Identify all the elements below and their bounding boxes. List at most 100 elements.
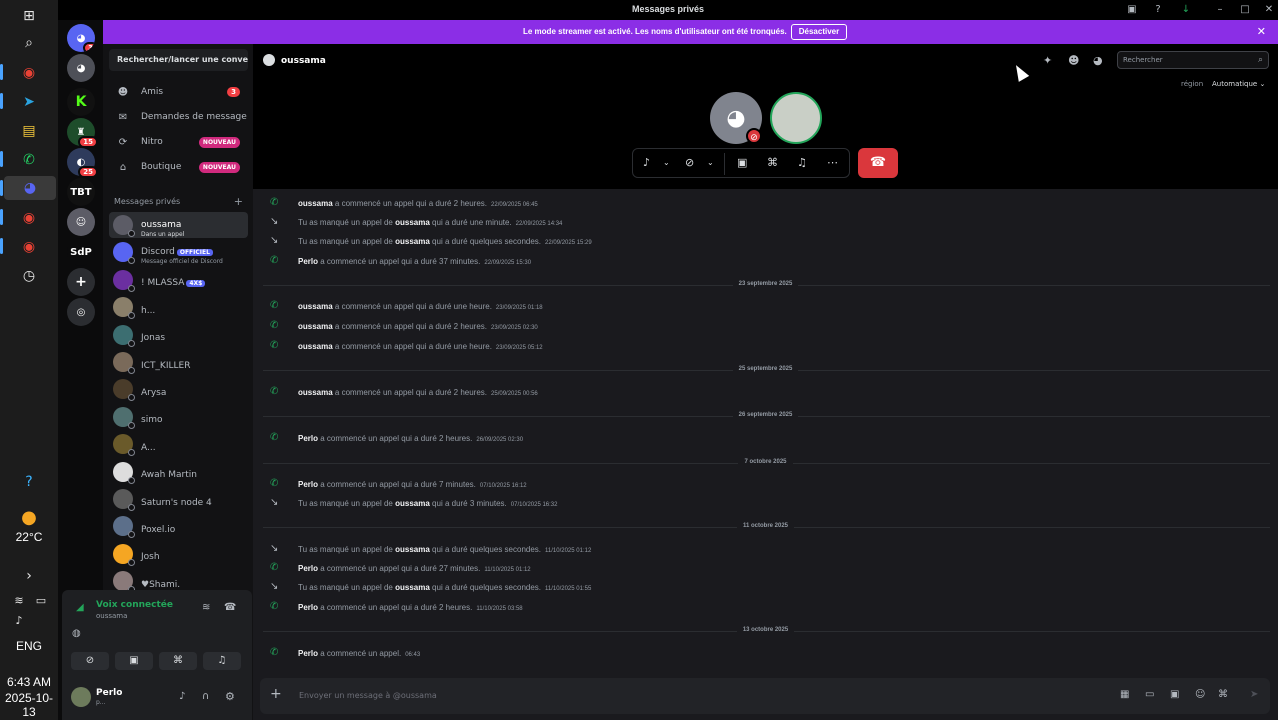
dm-item[interactable]: Awah Martin	[109, 459, 248, 485]
voice-status[interactable]: Voix connectée	[96, 600, 173, 610]
camera-button[interactable]: ⊘	[71, 652, 109, 670]
message-username[interactable]: oussama	[298, 199, 333, 208]
message-username[interactable]: Perlo	[298, 603, 318, 612]
apps-icon[interactable]: ⌘	[1218, 689, 1228, 700]
attach-plus-icon[interactable]: +	[270, 686, 282, 702]
microphone-icon[interactable]: ♪	[643, 156, 650, 169]
server-sdp[interactable]: SdP	[67, 238, 95, 266]
add-server-icon[interactable]: +	[67, 268, 95, 296]
message-username[interactable]: oussama	[298, 342, 333, 351]
message-username[interactable]: Perlo	[298, 257, 318, 266]
chevron-down-icon[interactable]: ⌄	[663, 158, 670, 167]
volume-icon[interactable]: ♪	[10, 608, 28, 632]
activities-button[interactable]: ⌘	[159, 652, 197, 670]
banner-close-icon[interactable]: ✕	[1257, 25, 1266, 38]
clock-time[interactable]: 6:43 AM	[0, 675, 58, 689]
gift-icon[interactable]: ▦	[1120, 689, 1129, 700]
minimize-button[interactable]: –	[1213, 3, 1227, 17]
call-participant-avatar[interactable]: ◕ ⊘	[710, 92, 762, 144]
server-discord[interactable]: ◕	[67, 54, 95, 82]
telegram-icon[interactable]: ➤	[17, 90, 41, 114]
settings-gear-icon[interactable]: ⚙	[225, 690, 235, 703]
user-avatar[interactable]	[71, 687, 91, 707]
user-name[interactable]: Perlo	[96, 688, 122, 698]
send-icon[interactable]: ➤	[1250, 689, 1258, 700]
dm-item[interactable]: ! MLASSA 4X$	[109, 267, 248, 293]
dm-search-input[interactable]: Rechercher/lancer une conver...	[109, 49, 248, 71]
chrome-profile-icon[interactable]: ◉	[17, 206, 41, 230]
message-input[interactable]: Envoyer un message à @oussama	[299, 691, 437, 700]
screen-share-icon[interactable]: ▣	[737, 156, 747, 169]
clock-app-icon[interactable]: ◷	[17, 264, 41, 288]
dm-item[interactable]: ICT_KILLER	[109, 349, 248, 375]
whatsapp-icon[interactable]: ✆	[17, 148, 41, 172]
sticker-icon[interactable]: ▣	[1170, 689, 1179, 700]
nav-friends[interactable]: ☻ Amis 3	[109, 81, 248, 103]
create-dm-icon[interactable]: +	[234, 195, 243, 208]
message-username[interactable]: Perlo	[298, 564, 318, 573]
chevron-right-icon[interactable]: ›	[17, 564, 41, 588]
message-username[interactable]: oussama	[395, 218, 430, 227]
dm-item[interactable]: Saturn's node 4	[109, 486, 248, 512]
message-composer[interactable]: + Envoyer un message à @oussama ▦ ▭ ▣ ☺ …	[260, 678, 1270, 714]
message-username[interactable]: Perlo	[298, 649, 318, 658]
gif-icon[interactable]: ▭	[1145, 689, 1154, 700]
message-username[interactable]: oussama	[298, 302, 333, 311]
search-input[interactable]: Rechercher ⌕	[1117, 51, 1269, 69]
profile-icon[interactable]: ◕	[1093, 54, 1103, 67]
close-button[interactable]: ✕	[1262, 3, 1276, 17]
dm-item[interactable]: Discord OFFICIEL Message officiel de Disco…	[109, 239, 248, 265]
chevron-down-icon[interactable]: ⌄	[707, 158, 714, 167]
help-icon[interactable]: ?	[17, 470, 41, 494]
camera-off-icon[interactable]: ⊘	[685, 156, 694, 169]
home-button[interactable]: ◕ 3	[67, 24, 95, 52]
add-friends-icon[interactable]: ☻	[1068, 54, 1079, 67]
dm-item[interactable]: Poxel.io	[109, 513, 248, 539]
server-green[interactable]: ♜ 15	[67, 118, 98, 148]
file-explorer-icon[interactable]: ▤	[17, 119, 41, 143]
help-icon[interactable]: ?	[1151, 3, 1165, 17]
channel-name[interactable]: oussama	[281, 56, 326, 66]
message-username[interactable]: oussama	[395, 545, 430, 554]
activities-icon[interactable]: ⌘	[767, 156, 778, 169]
server-avatar[interactable]: ☺	[67, 208, 95, 236]
weather-sun-icon[interactable]: ●	[17, 505, 41, 529]
windows-start-icon[interactable]: ⊞	[17, 4, 41, 28]
chrome-icon[interactable]: ◉	[17, 61, 41, 85]
pin-icon[interactable]: ✦	[1043, 54, 1052, 67]
soundboard-button[interactable]: ♫	[203, 652, 241, 670]
call-self-avatar[interactable]	[770, 92, 822, 144]
emoji-icon[interactable]: ☺	[1195, 689, 1205, 700]
dm-item[interactable]: Josh	[109, 541, 248, 567]
dm-item[interactable]: h...	[109, 294, 248, 320]
inbox-icon[interactable]: ▣	[1125, 3, 1139, 17]
maximize-button[interactable]: □	[1238, 3, 1252, 17]
disconnect-icon[interactable]: ☎	[224, 602, 236, 613]
chrome-profile-2-icon[interactable]: ◉	[17, 235, 41, 259]
download-icon[interactable]: ↓	[1179, 3, 1193, 17]
discord-taskbar-icon[interactable]: ◕	[4, 176, 56, 200]
disable-streamer-button[interactable]: Désactiver	[791, 24, 847, 40]
dm-item[interactable]: oussama Dans un appel	[109, 212, 248, 238]
dm-item[interactable]: Arysa	[109, 376, 248, 402]
message-username[interactable]: oussama	[298, 322, 333, 331]
nav-nitro[interactable]: ⟳ Nitro NOUVEAU	[109, 131, 248, 153]
message-username[interactable]: Perlo	[298, 480, 318, 489]
input-language[interactable]: ENG	[0, 639, 58, 653]
nav-shop[interactable]: ⌂ Boutique NOUVEAU	[109, 156, 248, 178]
message-username[interactable]: oussama	[298, 388, 333, 397]
clock-date[interactable]: 2025-10-13	[0, 691, 58, 719]
hang-up-button[interactable]: ☎	[858, 148, 898, 178]
server-tbt[interactable]: TBT	[67, 178, 95, 206]
explore-icon[interactable]: ◎	[67, 298, 95, 326]
server-kick[interactable]: K	[67, 88, 95, 116]
noise-suppression-icon[interactable]: ≋	[202, 602, 210, 613]
activity-icon[interactable]: ◍	[72, 628, 81, 639]
message-username[interactable]: oussama	[395, 499, 430, 508]
server-blue[interactable]: ◐ 25	[67, 148, 98, 178]
dm-item[interactable]: A...	[109, 431, 248, 457]
region-select[interactable]: Automatique ⌄	[1212, 80, 1265, 88]
voice-channel[interactable]: oussama	[96, 612, 127, 620]
search-icon[interactable]: ⌕	[17, 31, 41, 55]
dm-item[interactable]: Jonas	[109, 322, 248, 348]
